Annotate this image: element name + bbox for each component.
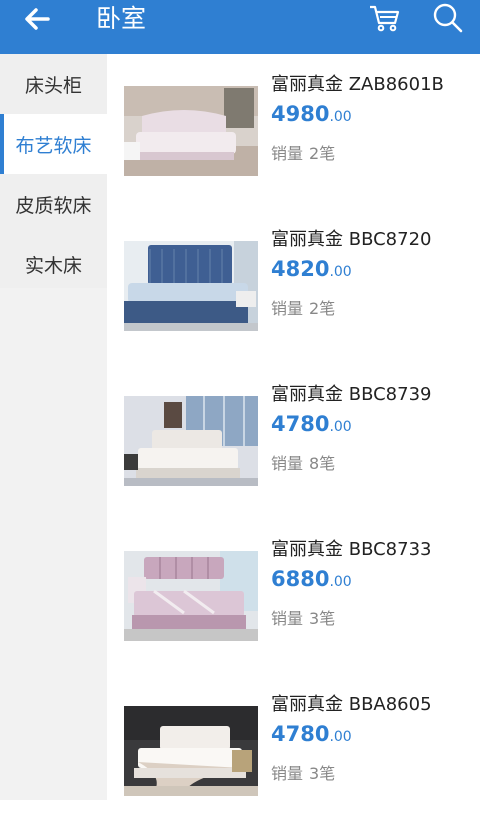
product-price: 6880.00 [271, 567, 352, 591]
sales-value: 8笔 [309, 454, 336, 473]
back-arrow-icon[interactable] [22, 4, 52, 34]
product-thumbnail[interactable] [124, 706, 258, 796]
price-integer: 4780 [271, 722, 330, 746]
sidebar-item-wood-bed[interactable]: 实木床 [0, 234, 107, 294]
sales-count: 销量 3笔 [271, 760, 335, 784]
sales-count: 销量 3笔 [271, 605, 335, 629]
sidebar-empty-area [0, 288, 107, 800]
price-decimal: .00 [329, 419, 352, 435]
sales-label: 销量 [271, 764, 304, 783]
sales-label: 销量 [271, 144, 304, 163]
price-integer: 4780 [271, 412, 330, 436]
sidebar-item-bedside-table[interactable]: 床头柜 [0, 54, 107, 114]
search-icon[interactable] [432, 2, 464, 34]
price-decimal: .00 [329, 264, 352, 280]
category-sidebar: 床头柜 布艺软床 皮质软床 实木床 [0, 54, 107, 800]
product-item[interactable]: 富丽真金 BBC8733 6880.00 销量 3笔 [107, 519, 480, 674]
product-item[interactable]: 富丽真金 BBA8605 4780.00 销量 3笔 [107, 674, 480, 829]
sales-label: 销量 [271, 454, 304, 473]
price-decimal: .00 [329, 109, 352, 125]
sales-count: 销量 8笔 [271, 450, 335, 474]
price-integer: 4820 [271, 257, 330, 281]
sales-value: 2笔 [309, 299, 336, 318]
product-item[interactable]: 富丽真金 BBC8720 4820.00 销量 2笔 [107, 209, 480, 364]
product-name[interactable]: 富丽真金 BBC8720 [271, 225, 431, 251]
app-header: 卧室 [0, 0, 480, 54]
product-name[interactable]: 富丽真金 BBC8733 [271, 535, 431, 561]
product-item[interactable]: 富丽真金 BBC8739 4780.00 销量 8笔 [107, 364, 480, 519]
product-item[interactable]: 富丽真金 ZAB8601B 4980.00 销量 2笔 [107, 54, 480, 209]
product-price: 4780.00 [271, 722, 352, 746]
product-price: 4980.00 [271, 102, 352, 126]
product-name[interactable]: 富丽真金 BBC8739 [271, 380, 431, 406]
price-decimal: .00 [329, 574, 352, 590]
sales-value: 3笔 [309, 764, 336, 783]
product-list[interactable]: 富丽真金 ZAB8601B 4980.00 销量 2笔 富丽真金 BBC8720 … [107, 54, 480, 800]
sales-label: 销量 [271, 609, 304, 628]
product-price: 4780.00 [271, 412, 352, 436]
product-thumbnail[interactable] [124, 241, 258, 331]
sales-value: 2笔 [309, 144, 336, 163]
sales-count: 销量 2笔 [271, 295, 335, 319]
price-integer: 6880 [271, 567, 330, 591]
sidebar-item-fabric-bed[interactable]: 布艺软床 [0, 114, 107, 174]
product-name[interactable]: 富丽真金 BBA8605 [271, 690, 432, 716]
sales-label: 销量 [271, 299, 304, 318]
sales-value: 3笔 [309, 609, 336, 628]
price-decimal: .00 [329, 729, 352, 745]
cart-icon[interactable] [368, 3, 402, 33]
sidebar-item-leather-bed[interactable]: 皮质软床 [0, 174, 107, 234]
product-price: 4820.00 [271, 257, 352, 281]
price-integer: 4980 [271, 102, 330, 126]
page-title: 卧室 [96, 4, 147, 33]
product-name[interactable]: 富丽真金 ZAB8601B [271, 70, 444, 96]
sales-count: 销量 2笔 [271, 140, 335, 164]
product-thumbnail[interactable] [124, 551, 258, 641]
product-thumbnail[interactable] [124, 86, 258, 176]
product-thumbnail[interactable] [124, 396, 258, 486]
